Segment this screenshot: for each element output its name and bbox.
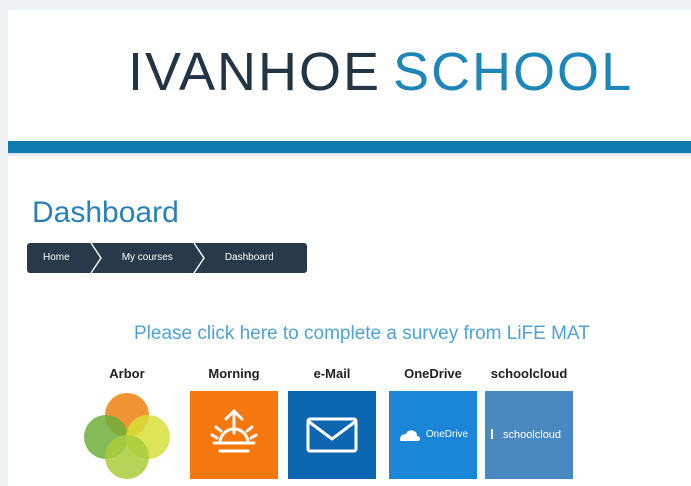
quick-links: Arbor Morning e-Mail OneDrive OneDrive s…	[82, 364, 602, 486]
header-bar	[8, 141, 691, 153]
tile-label: e-Mail	[313, 366, 351, 381]
header-bar-shadow	[8, 153, 691, 158]
tile-arbor[interactable]: Arbor	[82, 364, 172, 486]
survey-link[interactable]: Please click here to complete a survey f…	[134, 323, 590, 345]
brand-word-ivanhoe: IVANHOE	[128, 42, 382, 102]
morning-tile-box	[190, 391, 278, 479]
arbor-logo-icon	[82, 391, 172, 479]
tile-onedrive[interactable]: OneDrive OneDrive	[388, 364, 478, 486]
tile-email[interactable]: e-Mail	[287, 364, 377, 486]
tile-label: schoolcloud	[490, 366, 568, 381]
breadcrumb-separator-icon	[90, 243, 102, 273]
breadcrumb-dashboard[interactable]: Dashboard	[205, 243, 294, 273]
onedrive-logo-text: OneDrive	[425, 429, 469, 440]
breadcrumb: Home My courses Dashboard	[27, 243, 307, 273]
school-logo[interactable]: IVANHOE SCHOOL	[128, 42, 633, 102]
tile-schoolcloud[interactable]: schoolcloud schoolcloud	[484, 364, 574, 486]
sunrise-icon	[210, 408, 258, 453]
schoolcloud-tile-box: schoolcloud	[485, 391, 573, 479]
onedrive-tile-box: OneDrive	[389, 391, 477, 479]
page: IVANHOE SCHOOL Dashboard Home My courses …	[8, 10, 691, 486]
page-title: Dashboard	[32, 196, 179, 229]
schoolcloud-logo-text: schoolcloud	[502, 429, 562, 441]
email-tile-box	[288, 391, 376, 479]
breadcrumb-separator-icon	[193, 243, 205, 273]
brand-word-school: SCHOOL	[393, 42, 634, 102]
tile-label: OneDrive	[404, 366, 462, 381]
envelope-icon	[306, 417, 358, 453]
tile-label: Arbor	[109, 366, 145, 381]
breadcrumb-my-courses[interactable]: My courses	[102, 243, 193, 273]
breadcrumb-home[interactable]: Home	[27, 243, 90, 273]
tile-label: Morning	[208, 366, 260, 381]
tile-morning[interactable]: Morning	[189, 364, 279, 486]
